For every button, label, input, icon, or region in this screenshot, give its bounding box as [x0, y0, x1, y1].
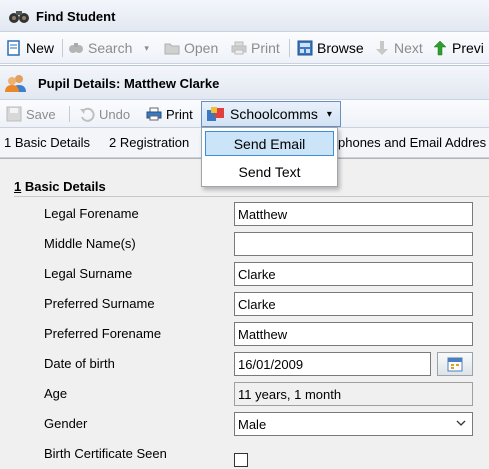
send-email-menu-item[interactable]: Send Email: [205, 131, 334, 156]
previous-button[interactable]: Previ: [432, 32, 484, 64]
preferred-forename-value: Matthew: [238, 326, 288, 342]
legal-surname-label: Legal Surname: [44, 266, 133, 281]
preferred-surname-label: Preferred Surname: [44, 296, 155, 311]
new-button[interactable]: New: [6, 32, 54, 64]
record-title: Pupil Details: Matthew Clarke: [38, 76, 220, 91]
print-label: Print: [251, 40, 280, 56]
schoolcomms-menu: Send Email Send Text: [201, 127, 338, 187]
age-label: Age: [44, 386, 68, 401]
legal-surname-value: Clarke: [238, 266, 276, 282]
schoolcomms-label: Schoolcomms: [230, 106, 318, 122]
undo-button[interactable]: Undo: [79, 100, 130, 128]
schoolcomms-button[interactable]: Schoolcomms ▾: [201, 101, 341, 127]
chevron-down-icon[interactable]: ▾: [144, 43, 149, 54]
toolbar-separator: [62, 39, 63, 57]
birth-certificate-seen-checkbox[interactable]: [234, 453, 248, 467]
preferred-forename-input[interactable]: Matthew: [234, 322, 473, 346]
date-of-birth-input[interactable]: 16/01/2009: [234, 352, 431, 376]
schoolcomms-icon: [206, 106, 226, 122]
binoculars-icon: [8, 8, 30, 24]
save-icon: [6, 106, 22, 122]
search-button[interactable]: Search ▾: [68, 32, 149, 64]
browse-label: Browse: [317, 40, 364, 56]
print-button[interactable]: Print: [231, 32, 280, 64]
send-text-menu-item[interactable]: Send Text: [205, 159, 334, 184]
browse-icon: [297, 40, 313, 56]
printer-icon: [231, 40, 247, 56]
birth-certificate-seen-label: Birth Certificate Seen: [44, 446, 167, 461]
record-print-label: Print: [166, 106, 193, 122]
preferred-forename-label: Preferred Forename: [44, 326, 162, 341]
preferred-surname-value: Clarke: [238, 296, 276, 312]
legal-forename-label: Legal Forename: [44, 206, 139, 221]
next-arrow-icon: [374, 40, 390, 56]
previous-arrow-icon: [432, 40, 448, 56]
next-label: Next: [394, 40, 423, 56]
date-of-birth-value: 16/01/2009: [238, 356, 304, 372]
legal-forename-value: Matthew: [238, 206, 288, 222]
calendar-button[interactable]: [437, 352, 473, 376]
open-folder-icon: [164, 40, 180, 56]
gender-label: Gender: [44, 416, 88, 431]
open-button[interactable]: Open: [164, 32, 218, 64]
tab-registration[interactable]: 2 Registration: [109, 128, 189, 158]
date-of-birth-label: Date of birth: [44, 356, 115, 371]
legal-forename-input[interactable]: Matthew: [234, 202, 473, 226]
printer-icon: [146, 106, 162, 122]
basic-details-panel: 1 Basic Details Legal Forename Matthew M…: [0, 158, 489, 469]
save-label: Save: [26, 106, 56, 122]
new-label: New: [26, 40, 55, 56]
pupil-icon: [5, 73, 27, 93]
section-divider: [14, 196, 489, 197]
app-title: Find Student: [36, 9, 116, 24]
tab-phones-email[interactable]: phones and Email Addres: [338, 128, 486, 158]
middle-names-input[interactable]: [234, 232, 473, 256]
record-print-button[interactable]: Print: [146, 100, 193, 128]
search-icon: [68, 40, 84, 56]
gender-value: Male: [238, 416, 267, 432]
toolbar-separator: [69, 106, 70, 122]
pupil-details-titlebar: Pupil Details: Matthew Clarke: [0, 65, 489, 100]
section-title-text: Basic Details: [21, 179, 106, 194]
search-label: Search: [88, 40, 133, 56]
preferred-surname-input[interactable]: Clarke: [234, 292, 473, 316]
toolbar-separator: [289, 39, 290, 57]
section-title: 1 Basic Details: [14, 179, 106, 194]
chevron-down-icon: ▾: [326, 108, 332, 120]
age-value: 11 years, 1 month: [238, 386, 342, 402]
find-student-titlebar: Find Student: [0, 0, 489, 32]
save-button[interactable]: Save: [6, 100, 56, 128]
undo-icon: [79, 106, 95, 122]
open-label: Open: [184, 40, 219, 56]
middle-names-label: Middle Name(s): [44, 236, 136, 251]
undo-label: Undo: [99, 106, 131, 122]
browse-button[interactable]: Browse: [297, 32, 364, 64]
previous-label: Previ: [452, 40, 484, 56]
calendar-icon: [447, 356, 463, 372]
legal-surname-input[interactable]: Clarke: [234, 262, 473, 286]
age-readonly-field: 11 years, 1 month: [234, 382, 473, 406]
next-button[interactable]: Next: [374, 32, 423, 64]
tab-basic-details[interactable]: 1 Basic Details: [4, 128, 90, 158]
main-toolbar: New Search ▾ Open Print Browse Next Prev…: [0, 32, 489, 64]
chevron-down-icon: [456, 418, 466, 430]
new-document-icon: [6, 40, 22, 56]
gender-select[interactable]: Male: [234, 412, 473, 436]
